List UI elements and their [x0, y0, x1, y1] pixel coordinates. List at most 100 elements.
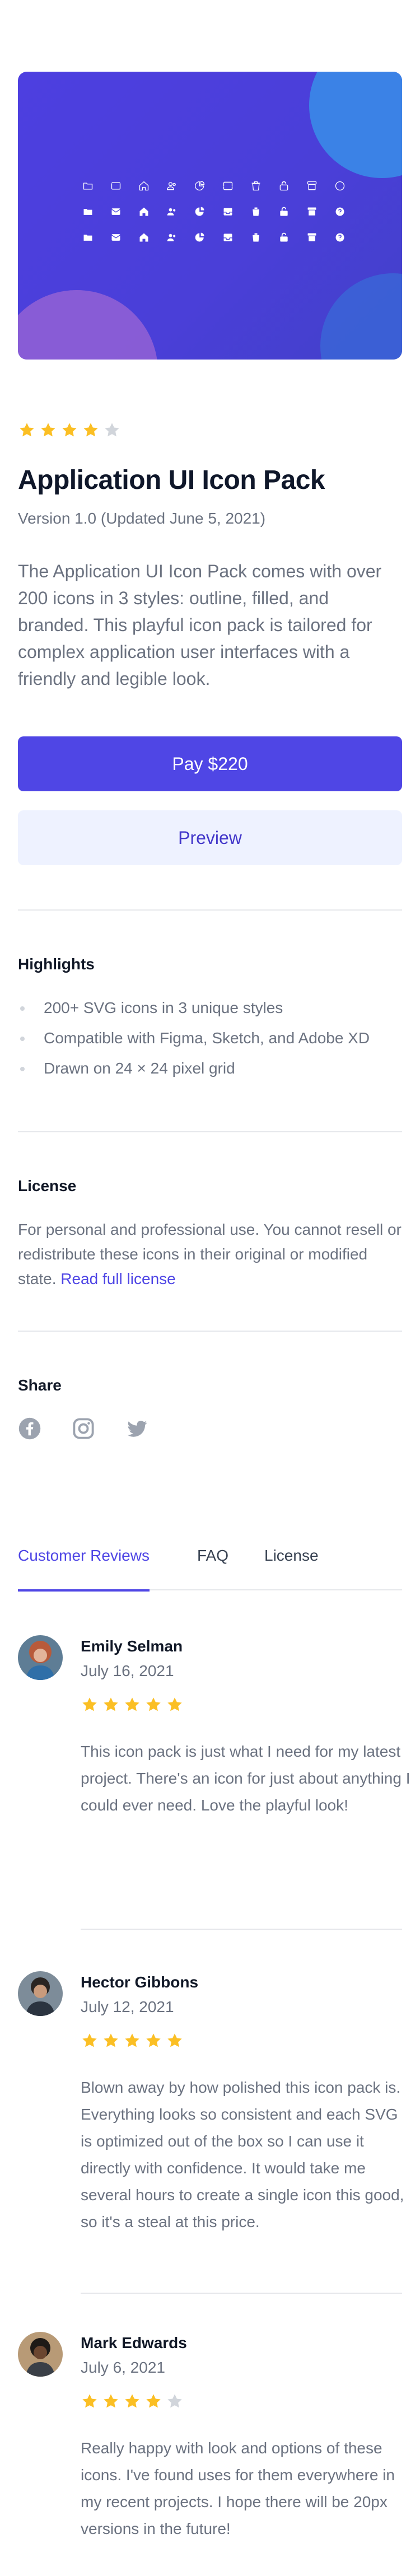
folder-icon — [74, 179, 102, 193]
star-filled-icon — [102, 2032, 120, 2052]
review-date: July 6, 2021 — [81, 2359, 165, 2376]
star-filled-icon — [144, 2392, 162, 2413]
inbox-icon — [214, 231, 242, 244]
share-links — [18, 1417, 149, 1443]
highlight-item: Compatible with Figma, Sketch, and Adobe… — [18, 1027, 370, 1057]
highlight-item: 200+ SVG icons in 3 unique styles — [18, 997, 370, 1027]
product-title: Application UI Icon Pack — [18, 465, 325, 495]
instagram-icon[interactable] — [72, 1417, 95, 1443]
divider — [18, 1131, 402, 1132]
bullet-icon — [20, 1006, 25, 1011]
highlight-text: Compatible with Figma, Sketch, and Adobe… — [44, 1029, 370, 1047]
star-filled-icon — [144, 2032, 162, 2052]
home-icon — [130, 205, 158, 218]
reviewer-name: Hector Gibbons — [81, 1973, 199, 1991]
archive-icon — [298, 179, 326, 193]
product-description: The Application UI Icon Pack comes with … — [18, 561, 382, 689]
tab-license[interactable]: License — [264, 1540, 319, 1590]
review-item: Mark Edwards July 6, 2021 Really happy w… — [18, 2332, 402, 2567]
review-text: This icon pack is just what I need for m… — [81, 1743, 410, 1814]
star-filled-icon — [166, 2032, 184, 2052]
home-icon — [130, 179, 158, 193]
star-empty-icon — [166, 2392, 184, 2413]
hero-icon-grid — [74, 179, 354, 244]
review-item: Hector Gibbons July 12, 2021 Blown away … — [18, 1971, 404, 2240]
reviewer-name: Mark Edwards — [81, 2334, 187, 2351]
review-date: July 16, 2021 — [81, 1662, 174, 1679]
license-heading: License — [18, 1177, 77, 1194]
highlight-item: Drawn on 24 × 24 pixel grid — [18, 1057, 370, 1088]
review-item: Emily Selman July 16, 2021 This icon pac… — [18, 1635, 410, 1859]
bullet-icon — [20, 1037, 25, 1041]
star-filled-icon — [82, 421, 100, 442]
product-version: Version 1.0 (Updated June 5, 2021) — [18, 510, 266, 527]
share-heading: Share — [18, 1376, 62, 1394]
chart-pie-icon — [186, 179, 214, 193]
review-date: July 12, 2021 — [81, 1998, 174, 2015]
star-filled-icon — [39, 421, 57, 442]
trash-icon — [242, 205, 270, 218]
home-icon — [130, 231, 158, 244]
question-icon — [326, 205, 354, 218]
hero-image — [18, 72, 402, 360]
divider — [18, 1331, 402, 1332]
preview-button[interactable]: Preview — [18, 810, 402, 865]
avatar — [18, 2332, 63, 2377]
product-rating — [18, 421, 121, 442]
question-icon — [326, 231, 354, 244]
review-tabs: Customer Reviews FAQ License — [18, 1540, 402, 1592]
star-filled-icon — [18, 421, 36, 442]
avatar — [18, 1635, 63, 1680]
star-filled-icon — [166, 1696, 184, 1716]
hero-decoration-blob — [309, 72, 402, 178]
chart-pie-icon — [186, 205, 214, 218]
folder-icon — [74, 231, 102, 244]
star-filled-icon — [123, 1696, 141, 1716]
users-icon — [158, 231, 186, 244]
lock-open-icon — [270, 179, 298, 193]
inbox-icon — [214, 205, 242, 218]
mail-icon — [102, 179, 130, 193]
star-empty-icon — [103, 421, 121, 442]
inbox-icon — [214, 179, 242, 193]
hero-decoration-blob — [18, 290, 158, 360]
avatar — [18, 1971, 63, 2016]
trash-icon — [242, 179, 270, 193]
highlights-list: 200+ SVG icons in 3 unique styles Compat… — [18, 997, 370, 1088]
star-filled-icon — [81, 2032, 99, 2052]
review-text: Really happy with look and options of th… — [81, 2439, 395, 2537]
star-filled-icon — [102, 1696, 120, 1716]
divider — [81, 1929, 402, 1930]
question-icon — [326, 179, 354, 193]
star-filled-icon — [123, 2032, 141, 2052]
users-icon — [158, 179, 186, 193]
star-filled-icon — [81, 2392, 99, 2413]
divider — [18, 909, 402, 911]
mail-icon — [102, 231, 130, 244]
review-rating — [81, 2392, 184, 2413]
star-filled-icon — [123, 2392, 141, 2413]
read-license-link[interactable]: Read full license — [60, 1270, 175, 1287]
license-text: For personal and professional use. You c… — [18, 1217, 404, 1291]
trash-icon — [242, 231, 270, 244]
chart-pie-icon — [186, 231, 214, 244]
review-rating — [81, 2032, 184, 2052]
twitter-icon[interactable] — [125, 1417, 149, 1443]
star-filled-icon — [81, 1696, 99, 1716]
lock-open-icon — [270, 205, 298, 218]
star-filled-icon — [144, 1696, 162, 1716]
facebook-icon[interactable] — [18, 1417, 41, 1443]
star-filled-icon — [102, 2392, 120, 2413]
highlight-text: 200+ SVG icons in 3 unique styles — [44, 999, 283, 1016]
star-filled-icon — [60, 421, 78, 442]
lock-open-icon — [270, 231, 298, 244]
tab-faq[interactable]: FAQ — [197, 1540, 228, 1590]
users-icon — [158, 205, 186, 218]
tab-customer-reviews[interactable]: Customer Reviews — [18, 1540, 150, 1592]
pay-button[interactable]: Pay $220 — [18, 736, 402, 791]
folder-icon — [74, 205, 102, 218]
hero-decoration-blob — [320, 273, 402, 360]
review-text: Blown away by how polished this icon pac… — [81, 2079, 404, 2230]
highlights-heading: Highlights — [18, 955, 95, 973]
bullet-icon — [20, 1067, 25, 1071]
